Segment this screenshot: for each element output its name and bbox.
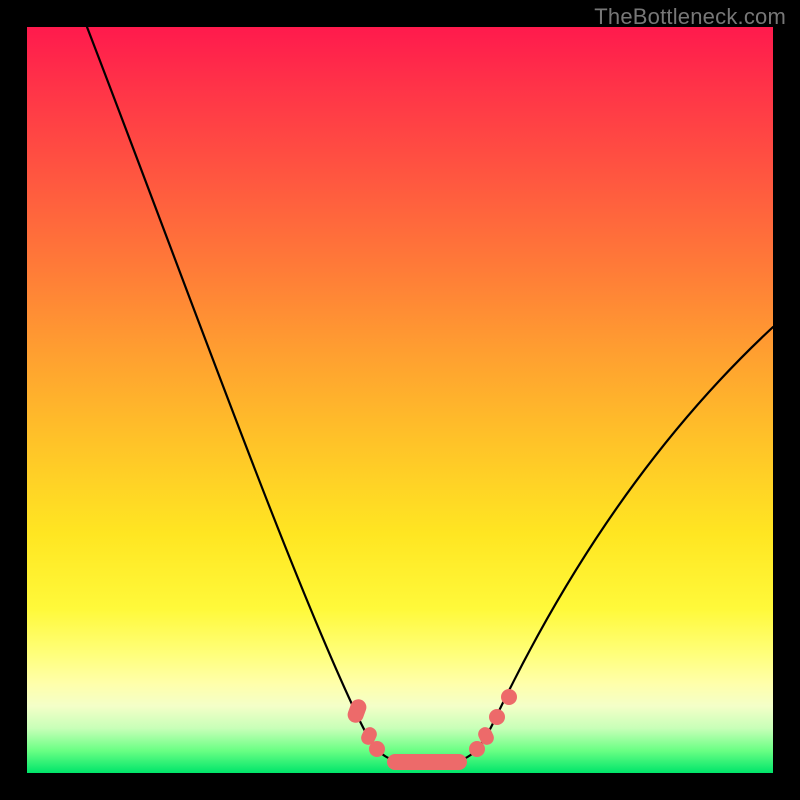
marker-group bbox=[345, 689, 517, 770]
chart-plot-area bbox=[27, 27, 773, 773]
bottleneck-curve bbox=[27, 27, 773, 773]
curve-path bbox=[87, 27, 773, 762]
chart-frame: TheBottleneck.com bbox=[0, 0, 800, 800]
